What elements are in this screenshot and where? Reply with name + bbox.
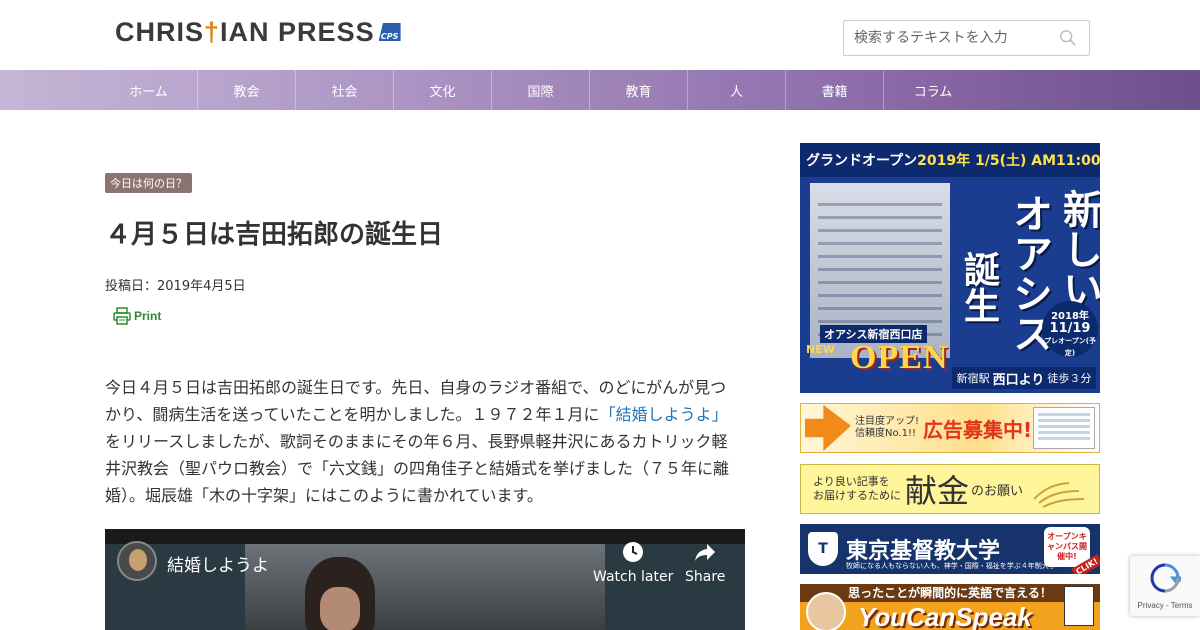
article-body: 今日４月５日は吉田拓郎の誕生日です。先日、自身のラジオ番組で、のどにがんが見つか… [105,378,730,505]
nav-item-international[interactable]: 国際 [492,70,590,110]
nav-item-people[interactable]: 人 [688,70,786,110]
watch-later-label: Watch later [593,569,674,585]
logo-badge: CPS [378,23,401,41]
search-input[interactable] [844,21,1044,55]
cartoon-icon [1064,586,1094,626]
ycs-headline: 思ったことが瞬間的に英語で言える！ [800,584,1100,602]
share-button[interactable]: Share [685,541,725,585]
youcanspeak-banner[interactable]: 思ったことが瞬間的に英語で言える！ YouCanSpeak [800,584,1100,630]
ad-big-text: 広告募集中! [923,417,1033,442]
logo-text: CHRIS†IAN PRESS [115,16,375,47]
ad-recruit-banner[interactable]: 注目度アップ! 信頼度No.1!! 広告募集中! [800,403,1100,453]
open-label: OPEN [850,339,949,376]
article-title: ４月５日は吉田拓郎の誕生日 [105,220,444,250]
clock-icon [623,542,644,562]
station-info: 新宿駅 西口より 徒歩３分 [952,367,1096,389]
donate-tail-text: のお願い [971,483,1024,499]
nav-item-society[interactable]: 社会 [296,70,394,110]
presenter-photo [806,592,846,630]
nav-item-column[interactable]: コラム [884,70,982,110]
university-banner[interactable]: T 東京基督教大学 牧師になる人もならない人も、神学・国際・福祉を学ぶ４年制大学… [800,524,1100,574]
donation-banner[interactable]: より良い記事を お届けするために 献金 のお願い [800,464,1100,514]
watch-later-button[interactable]: Watch later [593,541,673,585]
banner-text-birth: 誕生 [958,251,999,323]
pre-open-badge: 2018年 11/19 プレオープン(予定) [1042,301,1098,357]
search-icon[interactable] [1059,29,1077,47]
hand-icon [1033,482,1085,508]
site-header: CHRIS†IAN PRESS CPS [0,0,1200,70]
nav-item-home[interactable]: ホーム [100,70,198,110]
posted-date: 2019年4月5日 [157,279,246,294]
video-figure-face [320,587,360,630]
main-nav: ホーム 教会 社会 文化 国際 教育 人 書籍 コラム [0,70,1200,110]
nav-item-education[interactable]: 教育 [590,70,688,110]
ycs-logo-text: YouCanSpeak [858,602,1032,630]
nav-item-culture[interactable]: 文化 [394,70,492,110]
channel-avatar[interactable] [117,541,157,581]
nav-item-church[interactable]: 教会 [198,70,296,110]
video-embed[interactable]: 結婚しようよ Watch later Share [105,529,745,630]
song-link[interactable]: 「結婚しようよ」 [600,405,728,424]
site-logo[interactable]: CHRIS†IAN PRESS CPS [115,14,401,50]
recaptcha-icon [1150,563,1181,593]
video-frame-center [245,544,605,630]
donate-big-text: 献金 [905,472,970,510]
search-box [843,20,1090,56]
recaptcha-terms[interactable]: Privacy - Terms [1130,601,1200,610]
print-label: Print [134,309,162,323]
post-date: 投稿日： 2019年4月5日 [105,275,246,294]
arrow-icon [805,405,851,451]
grand-open-headline: グランドオープン 2019年 1/5(土) AM11:00〜(予定) [800,143,1100,177]
share-icon [695,544,716,561]
new-label: NEW [806,343,835,356]
screenshot-thumbnail [1033,407,1095,449]
posted-label: 投稿日： [105,279,158,294]
donate-small-text: より良い記事を お届けするために [813,475,901,502]
ad-small-text: 注目度アップ! 信頼度No.1!! [855,416,920,439]
nav-item-books[interactable]: 書籍 [786,70,884,110]
recaptcha-badge[interactable]: Privacy - Terms [1130,556,1200,616]
grand-open-banner[interactable]: グランドオープン 2019年 1/5(土) AM11:00〜(予定) 新しい オ… [800,143,1100,393]
category-tag[interactable]: 今日は何の日？ [105,173,192,193]
print-button[interactable]: Print [113,307,161,325]
printer-icon [113,307,131,325]
university-tagline: 牧師になる人もならない人も、神学・国際・福祉を学ぶ４年制大学 [846,562,1056,570]
video-title[interactable]: 結婚しようよ [167,551,269,576]
share-label: Share [685,569,726,585]
university-crest-icon: T [808,532,838,566]
